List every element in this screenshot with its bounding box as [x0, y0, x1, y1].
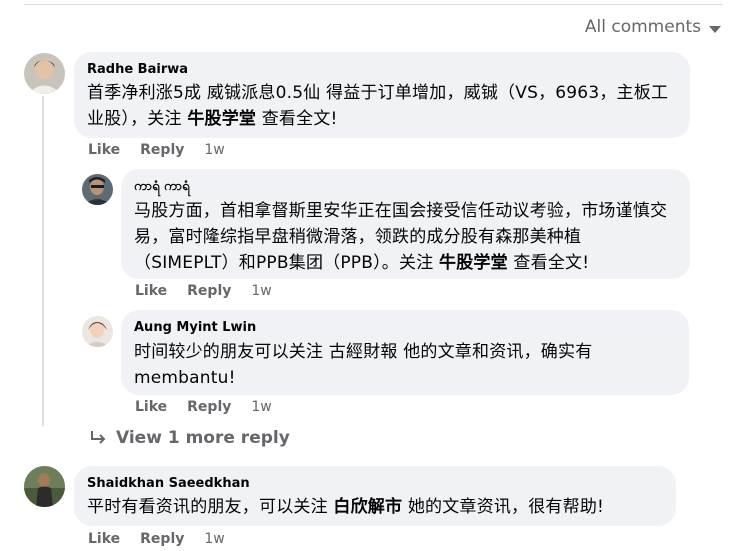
reply-button[interactable]: Reply [187, 283, 231, 299]
avatar[interactable] [82, 174, 113, 205]
reply-button[interactable]: Reply [187, 399, 231, 415]
avatar[interactable] [24, 53, 65, 94]
reply-arrow-icon [91, 431, 106, 444]
top-divider [24, 4, 723, 5]
comment-actions: Like Reply 1w [135, 399, 272, 415]
comment-actions: Like Reply 1w [88, 142, 225, 158]
comment-text: 平时有看资讯的朋友，可以关注 白欣解市 她的文章资讯，很有帮助! [87, 497, 605, 517]
like-button[interactable]: Like [88, 531, 120, 547]
comment-actions: Like Reply 1w [88, 531, 225, 547]
comment-bubble: Shaidkhan Saeedkhan 平时有看资讯的朋友，可以关注 白欣解市 … [74, 466, 676, 526]
comment-author[interactable]: Radhe Bairwa [87, 61, 677, 79]
like-button[interactable]: Like [135, 283, 167, 299]
like-button[interactable]: Like [88, 142, 120, 158]
comment-text: 马股方面，首相拿督斯里安华正在国会接受信任动议考验，市场谨慎交易，富时隆综指早盘… [134, 201, 668, 273]
reply-button[interactable]: Reply [140, 531, 184, 547]
comment-author[interactable]: ကာရံ ကာရံ [134, 178, 677, 196]
comment-timestamp[interactable]: 1w [251, 283, 271, 299]
mentioned-page-link[interactable]: 牛股学堂 [187, 109, 256, 129]
comment-timestamp[interactable]: 1w [204, 531, 224, 547]
comment-timestamp[interactable]: 1w [204, 142, 224, 158]
mentioned-page-link[interactable]: 白欣解市 [333, 497, 402, 517]
view-more-label: View 1 more reply [116, 428, 290, 448]
caret-down-icon [709, 25, 721, 33]
reply-button[interactable]: Reply [140, 142, 184, 158]
comment-text: 首季净利涨5成 威铖派息0.5仙 得益于订单增加，威铖（VS，6963，主板工业… [87, 83, 669, 129]
avatar[interactable] [82, 316, 113, 347]
like-button[interactable]: Like [135, 399, 167, 415]
mentioned-page-link[interactable]: 牛股学堂 [439, 253, 508, 273]
comment-actions: Like Reply 1w [135, 283, 272, 299]
avatar[interactable] [24, 466, 65, 507]
comment-author[interactable]: Aung Myint Lwin [134, 319, 676, 337]
comment-bubble: Aung Myint Lwin 时间较少的朋友可以关注 古經財報 他的文章和资讯… [121, 310, 689, 395]
sort-label: All comments [584, 17, 701, 37]
comment-bubble: ကာရံ ကာရံ 马股方面，首相拿督斯里安华正在国会接受信任动议考验，市场谨慎… [121, 169, 690, 279]
thread-connector [42, 96, 44, 426]
view-more-replies-button[interactable]: View 1 more reply [90, 428, 290, 448]
comment-timestamp[interactable]: 1w [251, 399, 271, 415]
sort-comments-dropdown[interactable]: All comments [585, 17, 721, 37]
comment-bubble: Radhe Bairwa 首季净利涨5成 威铖派息0.5仙 得益于订单增加，威铖… [74, 52, 690, 138]
comment-text: 时间较少的朋友可以关注 古經財報 他的文章和资讯，确实有membantu! [134, 342, 593, 388]
comment-author[interactable]: Shaidkhan Saeedkhan [87, 475, 663, 493]
